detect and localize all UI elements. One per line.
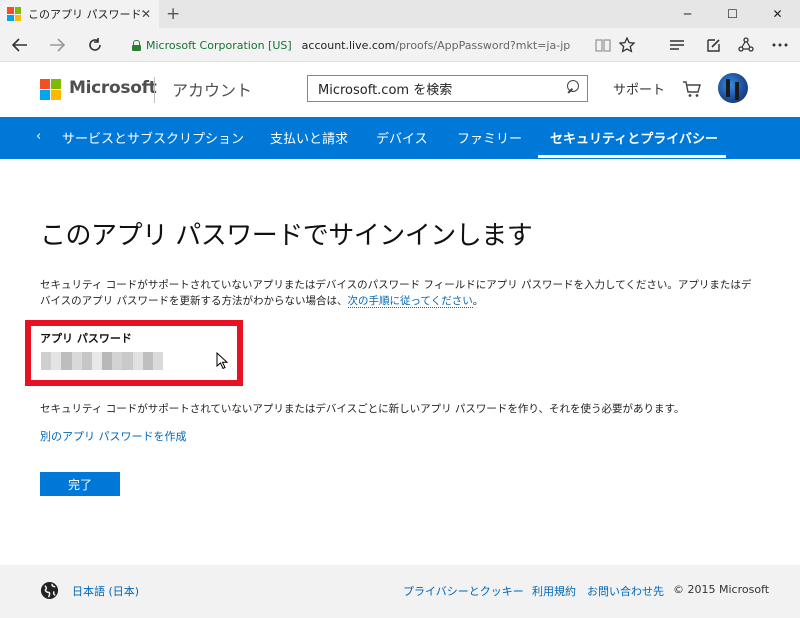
- hub-icon: [670, 40, 684, 50]
- url-path: /proofs/AppPassword?mkt=ja-jp: [395, 38, 571, 52]
- maximize-button[interactable]: ☐: [710, 0, 755, 28]
- info-text: セキュリティ コードがサポートされていないアプリまたはデバイスごとに新しいアプリ…: [40, 403, 685, 415]
- microsoft-favicon-icon: [7, 7, 21, 21]
- page-title: このアプリ パスワードでサインインします: [40, 221, 533, 251]
- brand-name[interactable]: Microsoft: [69, 78, 157, 98]
- lock-icon: [132, 39, 141, 51]
- copyright: © 2015 Microsoft: [673, 583, 770, 596]
- browser-tab-strip: このアプリ パスワードでサイン ✕ + ─ ☐ ✕: [0, 0, 800, 28]
- microsoft-logo-icon[interactable]: [40, 79, 61, 100]
- avatar[interactable]: [718, 73, 748, 103]
- instructions-link[interactable]: 次の手順に従ってください: [347, 295, 473, 308]
- back-arrow-icon: [12, 38, 27, 52]
- tab-close-icon[interactable]: ✕: [141, 6, 151, 22]
- refresh-icon: [89, 38, 101, 51]
- url-domain: account.live.com: [301, 38, 396, 52]
- nav-back-chevron-icon[interactable]: ‹: [36, 129, 41, 144]
- nav-item-family[interactable]: ファミリー: [457, 128, 522, 147]
- star-icon: [619, 37, 635, 53]
- forward-arrow-icon: [50, 38, 65, 52]
- favorite-button[interactable]: [614, 33, 640, 57]
- close-window-button[interactable]: ✕: [755, 0, 800, 28]
- section-title[interactable]: アカウント: [172, 77, 252, 101]
- description-end: 。: [472, 295, 484, 307]
- active-nav-indicator: [538, 155, 726, 158]
- book-icon: [595, 39, 611, 52]
- minimize-button[interactable]: ─: [665, 0, 710, 28]
- site-header: Microsoft アカウント Microsoft.com を検索 サポート: [0, 63, 800, 117]
- account-nav-bar: ‹ サービスとサブスクリプション 支払いと請求 デバイス ファミリー セキュリテ…: [0, 117, 800, 159]
- back-button[interactable]: [7, 33, 33, 57]
- contact-link[interactable]: お問い合わせ先: [587, 583, 664, 599]
- more-button[interactable]: [767, 33, 793, 57]
- header-divider: [154, 77, 155, 103]
- nav-item-services[interactable]: サービスとサブスクリプション: [62, 128, 244, 147]
- tab-title: このアプリ パスワードでサイン: [28, 8, 144, 21]
- forward-button[interactable]: [44, 33, 70, 57]
- share-button[interactable]: [733, 33, 759, 57]
- certificate-org: Microsoft Corporation [US]: [146, 38, 292, 52]
- search-placeholder: Microsoft.com を検索: [318, 83, 453, 98]
- address-bar[interactable]: Microsoft Corporation [US] account.live.…: [124, 33, 584, 57]
- reading-view-button[interactable]: [590, 33, 616, 57]
- cart-icon[interactable]: [682, 80, 702, 98]
- mouse-cursor-icon: [216, 352, 229, 370]
- hub-button[interactable]: [664, 33, 690, 57]
- share-icon: [738, 37, 754, 52]
- create-app-password-link[interactable]: 別のアプリ パスワードを作成: [40, 428, 187, 444]
- pen-note-icon: [706, 38, 720, 52]
- site-footer: 日本語 (日本) プライバシーとクッキー 利用規約 お問い合わせ先 © 2015…: [0, 565, 800, 618]
- globe-icon: [40, 581, 59, 600]
- done-button[interactable]: 完了: [40, 472, 120, 496]
- search-input[interactable]: Microsoft.com を検索: [307, 75, 588, 102]
- search-icon[interactable]: [561, 76, 587, 101]
- address-toolbar: Microsoft Corporation [US] account.live.…: [0, 28, 800, 62]
- description-text: セキュリティ コードがサポートされていないアプリまたはデバイスのパスワード フィ…: [40, 277, 760, 309]
- app-password-value-blurred: [41, 352, 164, 370]
- app-password-label: アプリ パスワード: [40, 332, 132, 345]
- support-link[interactable]: サポート: [613, 79, 665, 98]
- browser-tab[interactable]: このアプリ パスワードでサイン ✕: [0, 0, 159, 28]
- terms-link[interactable]: 利用規約: [532, 583, 576, 599]
- privacy-link[interactable]: プライバシーとクッキー: [403, 583, 524, 599]
- refresh-button[interactable]: [82, 33, 108, 57]
- nav-item-devices[interactable]: デバイス: [376, 128, 428, 147]
- nav-item-payment[interactable]: 支払いと請求: [270, 128, 348, 147]
- web-note-button[interactable]: [700, 33, 726, 57]
- url-text: account.live.com/proofs/AppPassword?mkt=…: [302, 39, 571, 52]
- more-dots-icon: [772, 43, 788, 47]
- nav-item-security[interactable]: セキュリティとプライバシー: [550, 128, 718, 147]
- language-selector[interactable]: 日本語 (日本): [72, 583, 139, 599]
- new-tab-button[interactable]: +: [166, 4, 180, 24]
